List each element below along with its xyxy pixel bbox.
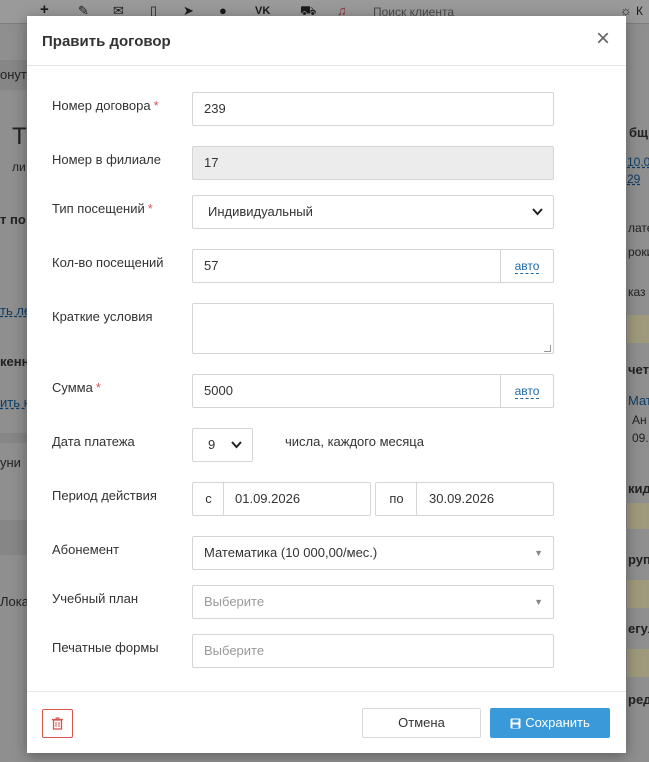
- amount-value: 5000: [204, 383, 233, 398]
- subscription-select[interactable]: Математика (10 000,00/мес.) ▼: [192, 536, 554, 570]
- close-icon[interactable]: ×: [592, 27, 614, 51]
- visit-type-label: Тип посещений *: [52, 201, 153, 216]
- contract-number-label: Номер договора *: [52, 98, 159, 113]
- visit-type-value: Индивидуальный: [208, 204, 313, 219]
- bg-fragment: Лока: [0, 594, 29, 609]
- caret-down-icon: ▼: [534, 597, 543, 607]
- visits-count-value: 57: [204, 258, 219, 273]
- study-plan-placeholder: Выберите: [204, 594, 265, 609]
- bg-fragment: Ан: [632, 413, 647, 427]
- short-terms-textarea[interactable]: [192, 303, 554, 354]
- bg-highlight: [627, 503, 649, 529]
- bg-fragment: кид: [628, 481, 649, 496]
- period-from-input[interactable]: 01.09.2026: [223, 482, 371, 516]
- amount-auto-button[interactable]: авто: [500, 375, 553, 407]
- visit-type-select[interactable]: Индивидуальный: [192, 195, 554, 229]
- study-plan-label: Учебный план: [52, 591, 138, 606]
- bg-band: [0, 433, 30, 443]
- amount-input[interactable]: 5000 авто: [192, 374, 554, 408]
- contract-number-label-text: Номер договора: [52, 98, 151, 113]
- bg-fragment: 09.: [632, 431, 649, 445]
- branch-number-field: 17: [192, 146, 554, 180]
- amount-label: Сумма *: [52, 380, 101, 395]
- amount-label-text: Сумма: [52, 380, 93, 395]
- visit-type-label-text: Тип посещений: [52, 201, 145, 216]
- visits-count-input[interactable]: 57 авто: [192, 249, 554, 283]
- bg-fragment: 10.0: [627, 155, 649, 169]
- print-forms-select[interactable]: Выберите: [192, 634, 554, 668]
- bg-fragment: онут: [0, 67, 27, 82]
- subscription-value: Математика (10 000,00/мес.): [204, 545, 378, 560]
- period-from-value: 01.09.2026: [235, 491, 301, 506]
- print-forms-placeholder: Выберите: [204, 643, 265, 658]
- caret-down-icon: ▼: [534, 548, 543, 558]
- bg-fragment: каз: [628, 285, 646, 299]
- bg-fragment: т по: [0, 212, 26, 227]
- bg-band: [0, 520, 30, 555]
- bg-fragment: бщ: [629, 125, 648, 140]
- user-initial: К: [636, 4, 643, 18]
- visits-auto-label: авто: [514, 259, 540, 274]
- modal-header: Править договор ×: [27, 16, 626, 66]
- period-to-input[interactable]: 30.09.2026: [416, 482, 554, 516]
- amount-auto-label: авто: [514, 384, 540, 399]
- contract-number-input[interactable]: 239: [192, 92, 554, 126]
- chevron-down-icon: [532, 196, 543, 241]
- modal-footer: Отмена Сохранить: [27, 691, 626, 753]
- save-button[interactable]: Сохранить: [490, 708, 610, 738]
- short-terms-label: Краткие условия: [52, 309, 153, 324]
- contract-number-value: 239: [204, 101, 226, 116]
- required-mark: *: [153, 98, 159, 113]
- subscription-label: Абонемент: [52, 542, 120, 557]
- payment-date-label: Дата платежа: [52, 434, 135, 449]
- bg-fragment: кенн: [0, 354, 30, 369]
- bg-fragment: рупп: [628, 552, 649, 567]
- bg-highlight: [627, 649, 649, 677]
- edit-contract-modal: Править договор × Номер договора * 239 Но…: [27, 16, 626, 753]
- payment-day-select[interactable]: 9: [192, 428, 253, 462]
- visits-auto-button[interactable]: авто: [500, 250, 553, 282]
- bg-fragment: лате: [628, 221, 649, 235]
- study-plan-select[interactable]: Выберите ▼: [192, 585, 554, 619]
- delete-button[interactable]: [42, 709, 73, 738]
- bg-fragment: уни: [0, 455, 21, 470]
- bg-fragment: Т: [12, 123, 27, 150]
- branch-number-value: 17: [204, 155, 219, 170]
- payment-date-suffix: числа, каждого месяца: [285, 434, 424, 449]
- floppy-icon: [510, 718, 521, 729]
- bg-fragment: ред: [628, 692, 649, 707]
- bg-fragment: роки: [628, 245, 649, 259]
- required-mark: *: [95, 380, 101, 395]
- bg-fragment: ли: [12, 160, 26, 174]
- chevron-down-icon: [231, 429, 242, 474]
- period-to-prefix: по: [375, 482, 417, 516]
- bg-fragment: 29: [627, 172, 641, 186]
- bg-highlight: [627, 315, 649, 343]
- resize-handle-icon[interactable]: [544, 345, 551, 352]
- period-label: Период действия: [52, 488, 157, 503]
- save-label: Сохранить: [525, 715, 590, 730]
- branch-number-label: Номер в филиале: [52, 152, 161, 167]
- print-forms-label: Печатные формы: [52, 640, 159, 655]
- modal-title: Править договор: [42, 33, 171, 50]
- visits-count-label: Кол-во посещений: [52, 255, 164, 270]
- trash-icon: [52, 717, 63, 730]
- cancel-button[interactable]: Отмена: [362, 708, 481, 738]
- required-mark: *: [147, 201, 153, 216]
- period-to-value: 30.09.2026: [429, 491, 495, 506]
- payment-day-value: 9: [208, 437, 216, 452]
- bg-fragment: Мат: [628, 393, 649, 408]
- bg-fragment: егул: [628, 621, 649, 636]
- bg-fragment: чета: [628, 362, 649, 377]
- period-from-prefix: с: [192, 482, 224, 516]
- bg-highlight: [627, 580, 649, 608]
